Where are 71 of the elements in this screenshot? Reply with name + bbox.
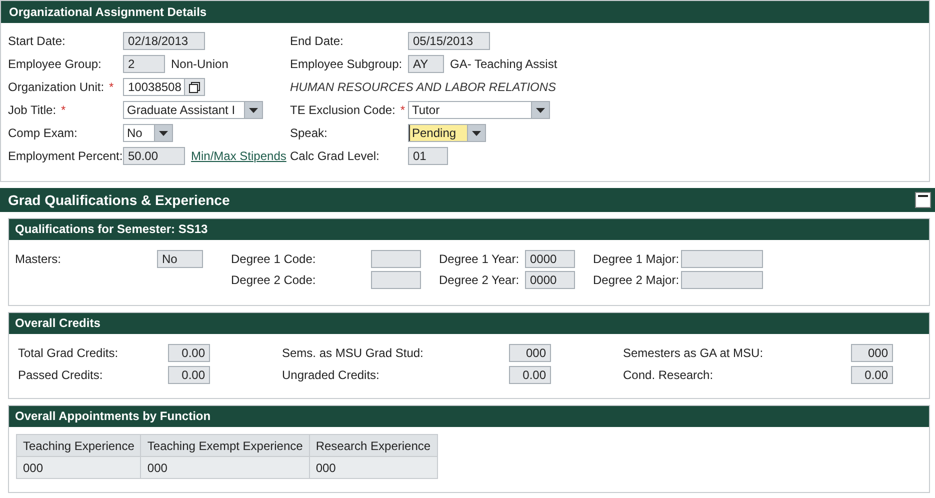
read-only-field: 0.00 (509, 366, 551, 384)
read-only-field: 000 (509, 344, 551, 362)
dropdown[interactable]: Pending (408, 124, 486, 142)
stipends-link[interactable]: Min/Max Stipends (191, 147, 286, 165)
caret-icon (472, 130, 481, 136)
field-label: Degree 1 Major: (593, 251, 680, 268)
field-label: Job Title: (8, 102, 56, 119)
field-label: Masters: (15, 251, 62, 268)
field-label: Degree 1 Code: (231, 251, 317, 268)
read-only-field (371, 271, 421, 289)
copy-icon (189, 82, 200, 92)
dropdown[interactable]: Tutor (408, 101, 550, 119)
read-only-field: 01 (408, 147, 448, 165)
input-field[interactable]: 10038508 (123, 78, 185, 96)
field-label: Cond. Research: (623, 367, 714, 384)
read-only-field: No (157, 250, 203, 268)
table-cell: 000 (140, 456, 310, 478)
table-cell: 000 (16, 456, 141, 478)
field-label: Degree 2 Code: (231, 272, 317, 289)
required-asterisk: * (109, 79, 114, 96)
field-label: Total Grad Credits: (18, 345, 120, 362)
read-only-field: 02/18/2013 (123, 32, 205, 50)
field-label: Ungraded Credits: (282, 367, 380, 384)
caret-icon (536, 108, 545, 112)
section-header: Organizational Assignment Details (1, 1, 929, 23)
lookup-button[interactable] (185, 78, 205, 96)
field-label: Sems. as MSU Grad Stud: (282, 345, 424, 362)
read-only-field: 0000 (525, 250, 575, 268)
dropdown[interactable]: Graduate Assistant I (123, 101, 263, 119)
section-header: Overall Credits (9, 313, 929, 334)
read-only-field: 0.00 (168, 366, 210, 384)
section-title: Grad Qualifications & Experience (8, 190, 230, 210)
column-header: Research Experience (309, 434, 438, 456)
column-header: Teaching Exempt Experience (140, 434, 310, 456)
field-description: GA- Teaching Assist (450, 56, 558, 73)
field-label: Organization Unit: (8, 79, 104, 96)
read-only-field: 50.00 (123, 147, 185, 165)
dropdown[interactable]: No (123, 124, 173, 142)
read-only-field: 05/15/2013 (408, 32, 490, 50)
field-label: Semesters as GA at MSU: (623, 345, 764, 362)
section-header: Qualifications for Semester: SS13 (9, 219, 929, 240)
column-header: Teaching Experience (16, 434, 141, 456)
field-label: Passed Credits: (18, 367, 104, 384)
field-label: End Date: (290, 33, 344, 50)
caret-icon (159, 130, 168, 136)
field-label: Degree 1 Year: (439, 251, 520, 268)
section-header: Overall Appointments by Function (9, 406, 929, 427)
read-only-field: 000 (851, 344, 893, 362)
read-only-field (371, 250, 421, 268)
field-description: Non-Union (171, 56, 228, 73)
field-label: Degree 2 Major: (593, 272, 680, 289)
required-asterisk: * (400, 102, 406, 119)
field-label: Speak: (290, 125, 328, 142)
field-label: Employee Subgroup: (290, 56, 402, 73)
caret-icon (249, 108, 258, 112)
read-only-field: AY (408, 55, 444, 73)
required-asterisk: * (61, 102, 66, 119)
field-label: TE Exclusion Code: (290, 102, 396, 119)
read-only-field: 0.00 (168, 344, 210, 362)
unit-name: HUMAN RESOURCES AND LABOR RELATIONS (290, 79, 556, 96)
read-only-field: 2 (123, 55, 165, 73)
field-label: Employee Group: (8, 56, 102, 73)
field-label: Start Date: (8, 33, 66, 50)
field-label: Employment Percent: (8, 148, 123, 165)
field-label: Calc Grad Level: (290, 148, 380, 165)
read-only-field: 0000 (525, 271, 575, 289)
read-only-field: 0.00 (851, 366, 893, 384)
collapse-button[interactable] (915, 192, 931, 208)
table-cell: 000 (309, 456, 438, 478)
field-label: Comp Exam: (8, 125, 78, 142)
field-label: Degree 2 Year: (439, 272, 520, 289)
